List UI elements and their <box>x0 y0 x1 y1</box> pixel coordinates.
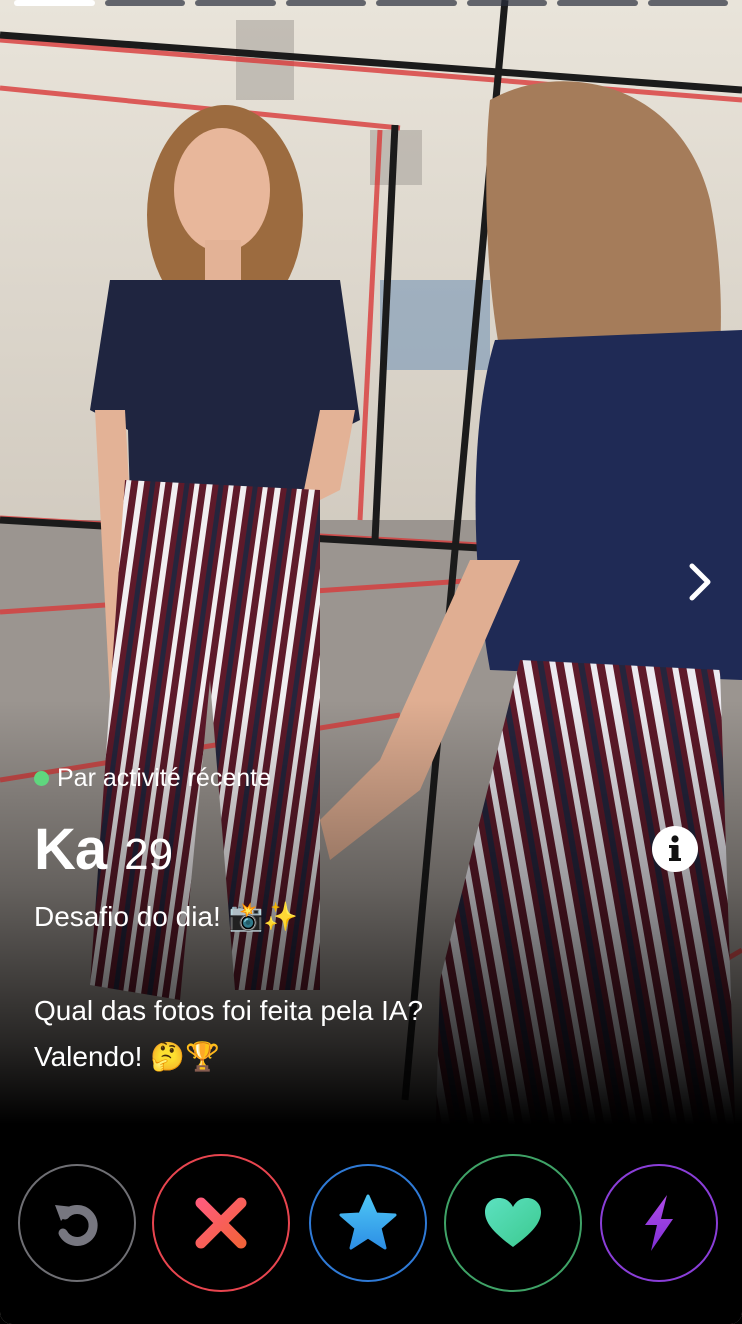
activity-status-text: Par activité récente <box>57 764 271 792</box>
bio-line-2: Qual das fotos foi feita pela IA? <box>34 995 424 1026</box>
lightning-icon <box>645 1195 673 1251</box>
nope-button[interactable] <box>152 1154 290 1292</box>
bio-line-3: Valendo! 🤔🏆 <box>34 1041 220 1072</box>
action-bar <box>0 1150 742 1300</box>
x-icon <box>195 1197 247 1249</box>
progress-segment[interactable] <box>557 0 638 6</box>
heart-icon <box>485 1198 541 1247</box>
progress-segment[interactable] <box>647 0 728 6</box>
info-icon[interactable] <box>652 826 698 872</box>
progress-segment[interactable] <box>376 0 457 6</box>
rewind-button[interactable] <box>18 1164 136 1282</box>
progress-segment[interactable] <box>195 0 276 6</box>
activity-status: Par activité récente <box>34 764 271 793</box>
progress-segment[interactable] <box>104 0 185 6</box>
bio-paragraph: Qual das fotos foi feita pela IA? Valend… <box>34 988 423 1080</box>
rewind-icon <box>55 1204 98 1246</box>
profile-card[interactable]: Par activité récente Ka 29 Desafio do di… <box>0 0 742 1324</box>
progress-segment[interactable] <box>285 0 366 6</box>
star-icon <box>339 1194 397 1250</box>
like-button[interactable] <box>444 1154 582 1292</box>
progress-segment[interactable] <box>466 0 547 6</box>
profile-age: 29 <box>124 830 174 879</box>
online-dot-icon <box>34 771 49 786</box>
profile-name: Ka <box>34 817 107 882</box>
name-age: Ka 29 <box>34 816 173 883</box>
boost-button[interactable] <box>600 1164 718 1282</box>
photo-progress-bar[interactable] <box>14 0 728 6</box>
bio-line-1: Desafio do dia! 📸✨ <box>34 901 299 932</box>
progress-segment[interactable] <box>14 0 95 6</box>
super-like-button[interactable] <box>309 1164 427 1282</box>
chevron-right-icon[interactable] <box>680 560 720 604</box>
